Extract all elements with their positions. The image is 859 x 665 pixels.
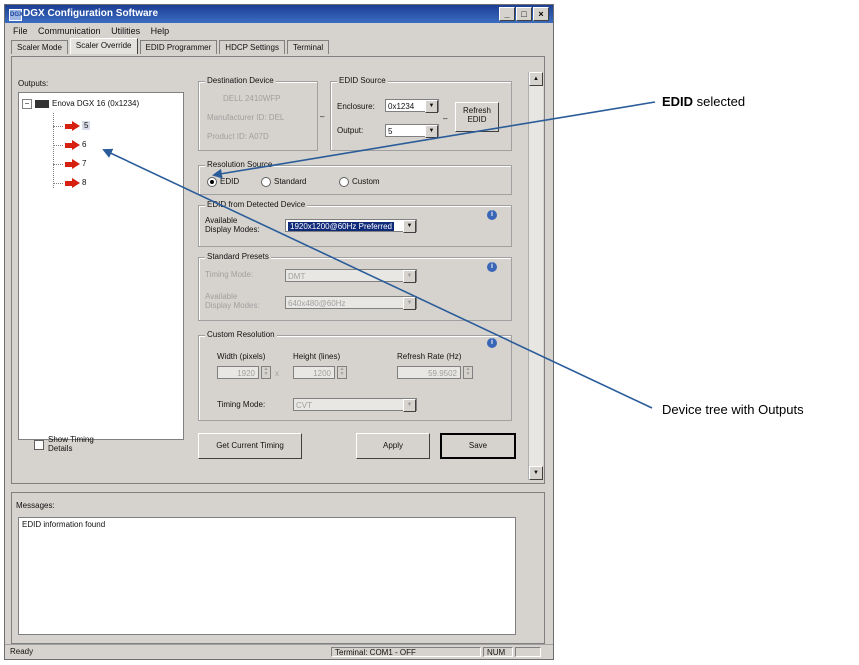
tree-callout: Device tree with Outputs — [662, 402, 804, 417]
edid-callout-line — [212, 101, 656, 179]
tree-callout-line — [102, 148, 653, 409]
edid-callout: EDID selected — [662, 94, 746, 109]
